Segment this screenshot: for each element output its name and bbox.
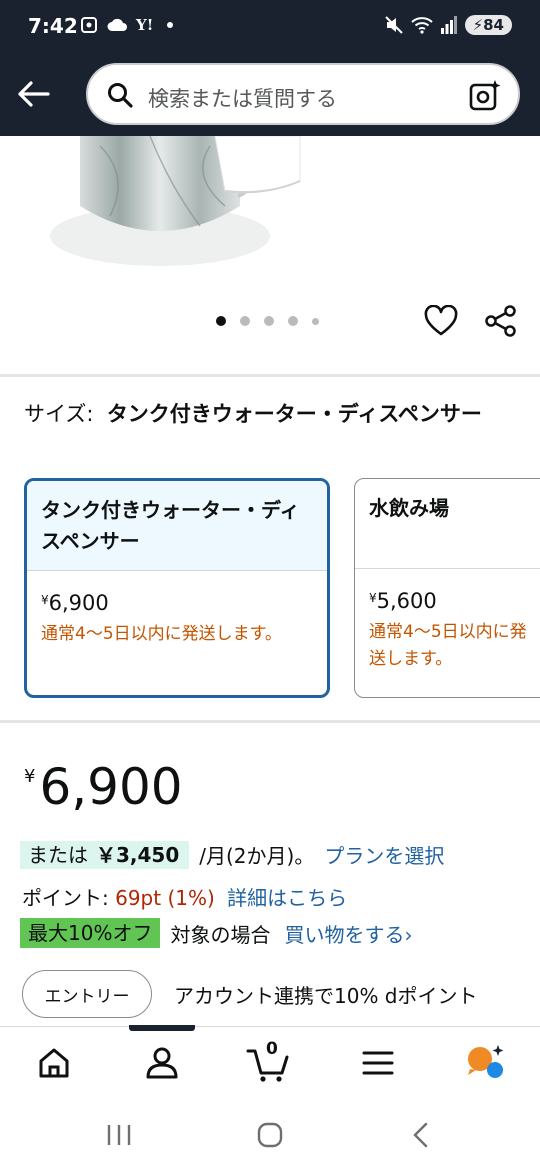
installment-amount: ￥3,450 bbox=[96, 842, 180, 867]
size-value: タンク付きウォーター・ディスペンサー bbox=[106, 402, 482, 426]
yahoo-icon: Y! bbox=[136, 16, 154, 34]
screenshot-icon bbox=[81, 17, 97, 33]
status-bar: 7:42 Y! ⚡84 bbox=[0, 0, 540, 56]
discount-badge: 最大10%オフ bbox=[20, 918, 161, 948]
nav-menu[interactable] bbox=[358, 1043, 398, 1083]
recent-apps-button[interactable] bbox=[104, 1120, 134, 1150]
carousel-dot bbox=[288, 316, 298, 326]
entry-row: エントリー アカウント連携で10% dポイント bbox=[22, 970, 478, 1018]
status-right-icons: ⚡84 bbox=[384, 15, 512, 35]
variant-name: タンク付きウォーター・ディスペンサー bbox=[27, 481, 327, 571]
select-plan-link[interactable]: プランを選択 bbox=[324, 840, 444, 869]
battery-icon: ⚡84 bbox=[464, 15, 512, 35]
variant-currency: ¥ bbox=[41, 593, 49, 607]
section-divider bbox=[0, 720, 540, 723]
search-input[interactable]: 検索または質問する bbox=[86, 63, 520, 125]
carousel-dot bbox=[240, 316, 250, 326]
image-carousel-dots bbox=[216, 316, 319, 326]
carousel-dot bbox=[312, 317, 319, 325]
section-divider bbox=[0, 374, 540, 377]
points-details-link[interactable]: 詳細はこちら bbox=[227, 886, 347, 910]
wifi-icon bbox=[410, 17, 433, 34]
installment-prefix: または bbox=[28, 842, 88, 867]
variant-name: 水飲み場 bbox=[355, 479, 540, 569]
arrow-left-icon bbox=[18, 81, 50, 107]
menu-icon bbox=[362, 1051, 394, 1075]
size-selection-label: サイズ: タンク付きウォーター・ディスペンサー bbox=[24, 398, 520, 430]
recent-apps-icon bbox=[107, 1125, 131, 1145]
price-amount: 6,900 bbox=[39, 758, 183, 816]
promo-text: 対象の場合 bbox=[170, 922, 271, 947]
active-tab-indicator bbox=[129, 1025, 195, 1031]
installment-info: または ￥3,450 /月(2か月)。 プランを選択 bbox=[20, 840, 444, 869]
carousel-dot bbox=[264, 316, 274, 326]
signal-icon bbox=[440, 16, 457, 34]
points-info: ポイント: 69pt (1%) 詳細はこちら bbox=[22, 882, 347, 911]
home-icon bbox=[39, 1048, 69, 1078]
product-image[interactable] bbox=[0, 136, 540, 296]
variant-price: ¥6,900 bbox=[27, 571, 327, 615]
product-photo bbox=[50, 136, 301, 266]
variant-price: ¥5,600 bbox=[355, 569, 540, 613]
wishlist-button[interactable] bbox=[424, 304, 458, 337]
chevron-left-icon bbox=[413, 1122, 428, 1148]
variant-shipping: 通常4～5日以内に発送します。 bbox=[369, 622, 527, 669]
rufus-icon bbox=[468, 1045, 504, 1078]
bottom-nav: 0 bbox=[0, 1025, 540, 1106]
nav-cart[interactable]: 0 bbox=[246, 1039, 292, 1083]
variant-currency: ¥ bbox=[369, 591, 377, 605]
entry-text: アカウント連携で10% dポイント bbox=[174, 983, 478, 1008]
product-price: ¥6,900 bbox=[24, 758, 183, 816]
variant-price-value: 6,900 bbox=[48, 591, 109, 615]
points-percent: (1%) bbox=[167, 886, 215, 910]
cloud-icon bbox=[107, 18, 127, 31]
cart-count: 0 bbox=[266, 1039, 278, 1059]
variant-price-value: 5,600 bbox=[376, 589, 437, 613]
status-time: 7:42 bbox=[28, 14, 78, 38]
search-placeholder: 検索または質問する bbox=[148, 87, 337, 111]
points-label: ポイント: bbox=[22, 886, 109, 910]
account-icon bbox=[146, 1047, 178, 1079]
status-left-icons: Y! bbox=[80, 16, 174, 34]
share-icon bbox=[485, 305, 516, 337]
home-button[interactable] bbox=[255, 1120, 285, 1150]
system-navigation-bar bbox=[0, 1106, 540, 1170]
home-circle-icon bbox=[257, 1122, 283, 1148]
app-header: 検索または質問する bbox=[0, 56, 540, 136]
heart-icon bbox=[424, 304, 458, 336]
mute-icon bbox=[384, 16, 403, 34]
variant-shipping: 通常4～5日以内に発送します。 bbox=[41, 624, 282, 644]
shop-now-link[interactable]: 買い物をする› bbox=[284, 919, 412, 948]
variant-card-fountain[interactable]: 水飲み場 ¥5,600 通常4～5日以内に発送します。 bbox=[354, 478, 540, 698]
installment-period: /月(2か月)。 bbox=[199, 844, 315, 868]
promo-info: 最大10%オフ 対象の場合 買い物をする› bbox=[20, 918, 412, 948]
nav-rufus[interactable] bbox=[464, 1043, 504, 1083]
size-label: サイズ: bbox=[24, 402, 94, 426]
battery-level: 84 bbox=[483, 16, 504, 34]
entry-button[interactable]: エントリー bbox=[22, 970, 152, 1018]
carousel-dot-active bbox=[216, 316, 226, 326]
variant-card-tank-dispenser[interactable]: タンク付きウォーター・ディスペンサー ¥6,900 通常4～5日以内に発送します… bbox=[24, 478, 330, 698]
points-value: 69pt bbox=[115, 886, 162, 910]
installment-badge: または ￥3,450 bbox=[20, 840, 190, 869]
camera-search-icon[interactable] bbox=[468, 78, 502, 112]
price-currency: ¥ bbox=[24, 766, 36, 787]
dot-icon bbox=[167, 22, 174, 28]
search-icon bbox=[108, 83, 133, 108]
nav-home[interactable] bbox=[34, 1043, 74, 1083]
nav-account[interactable] bbox=[142, 1043, 182, 1083]
back-system-button[interactable] bbox=[406, 1120, 436, 1150]
share-button[interactable] bbox=[484, 304, 518, 338]
back-button[interactable] bbox=[16, 76, 52, 112]
